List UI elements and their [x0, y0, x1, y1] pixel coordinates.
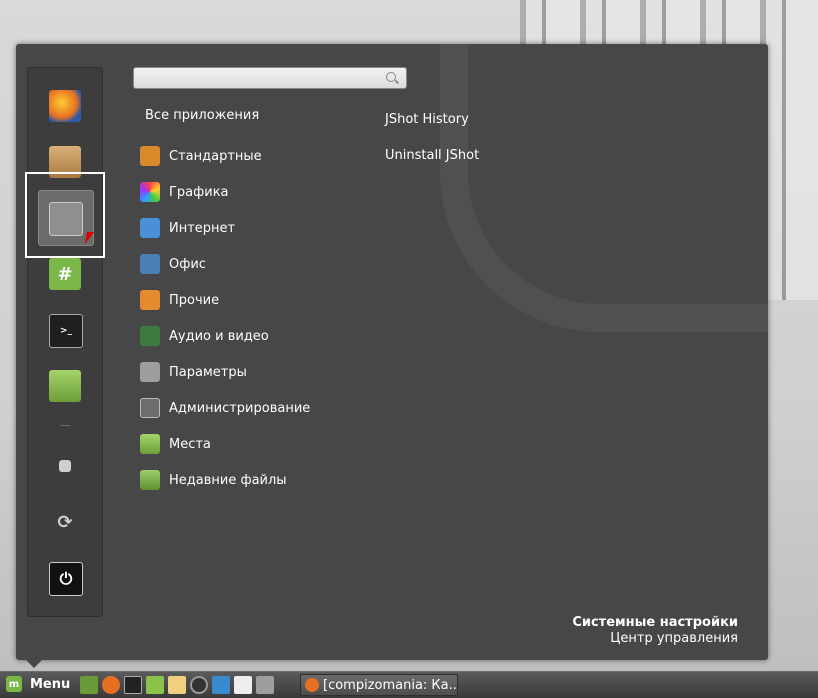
category-internet[interactable]: Интернет	[138, 210, 310, 246]
favorites-separator	[60, 425, 70, 426]
files-icon[interactable]	[146, 676, 164, 694]
category-label: Стандартные	[169, 148, 262, 164]
system-settings-title: Системные настройки	[572, 615, 738, 630]
blue-app-icon[interactable]	[212, 676, 230, 694]
search-box[interactable]	[133, 67, 407, 89]
category-preferences[interactable]: Параметры	[138, 354, 310, 390]
selection-highlight-box	[25, 172, 105, 258]
app-uninstall-jshot[interactable]: Uninstall JShot	[385, 148, 479, 184]
categories-list: Стандартные Графика Интернет Офис Прочие…	[138, 138, 310, 498]
linux-mint-logo-icon: m	[6, 676, 22, 692]
calculator-icon	[140, 146, 160, 166]
app-jshot-history[interactable]: JShot History	[385, 112, 479, 148]
places-folder-icon	[140, 434, 160, 454]
category-label: Офис	[169, 256, 206, 272]
power-icon[interactable]: ⏻	[49, 562, 83, 596]
multimedia-icon	[140, 326, 160, 346]
panel-launchers	[80, 676, 274, 694]
notes-icon[interactable]	[234, 676, 252, 694]
category-label: Параметры	[169, 364, 247, 380]
menu-button[interactable]: m Menu	[6, 676, 70, 692]
category-label: Администрирование	[169, 400, 311, 416]
favorites-bar: # >_ ⟳ ⏻	[27, 67, 103, 617]
category-places[interactable]: Места	[138, 426, 310, 462]
menu-button-label: Menu	[30, 676, 71, 692]
media-player-icon[interactable]	[190, 676, 208, 694]
settings-icon[interactable]	[256, 676, 274, 694]
recent-files-icon	[140, 470, 160, 490]
folder-icon[interactable]	[49, 370, 81, 402]
firefox-icon[interactable]	[102, 676, 120, 694]
category-other[interactable]: Прочие	[138, 282, 310, 318]
category-label: Интернет	[169, 220, 236, 236]
desktop-icon[interactable]	[80, 676, 98, 694]
office-icon	[140, 254, 160, 274]
category-administration[interactable]: Администрирование	[138, 390, 310, 426]
applications-list: JShot History Uninstall JShot	[385, 112, 479, 184]
preferences-icon	[140, 362, 160, 382]
graphics-icon	[140, 182, 160, 202]
menu-watermark	[440, 44, 768, 332]
chat-icon[interactable]: #	[49, 258, 81, 290]
system-settings-subtitle: Центр управления	[610, 631, 738, 646]
category-multimedia[interactable]: Аудио и видео	[138, 318, 310, 354]
search-icon	[386, 72, 396, 82]
category-label: Прочие	[169, 292, 220, 308]
all-apps-category[interactable]: Все приложения	[145, 108, 259, 123]
bottom-panel: m Menu [compizomania: Ка...	[0, 671, 818, 698]
administration-icon	[140, 398, 160, 418]
category-recent-files[interactable]: Недавние файлы	[138, 462, 310, 498]
internet-icon	[140, 218, 160, 238]
lock-icon[interactable]	[59, 460, 71, 472]
category-label: Недавние файлы	[169, 472, 287, 488]
firefox-icon[interactable]	[49, 90, 81, 122]
category-office[interactable]: Офис	[138, 246, 310, 282]
category-graphics[interactable]: Графика	[138, 174, 310, 210]
terminal-icon[interactable]: >_	[49, 314, 83, 348]
logout-icon[interactable]: ⟳	[49, 506, 81, 538]
category-accessories[interactable]: Стандартные	[138, 138, 310, 174]
terminal-icon[interactable]	[124, 676, 142, 694]
category-label: Графика	[169, 184, 229, 200]
search-input[interactable]	[142, 69, 376, 89]
text-editor-icon[interactable]	[168, 676, 186, 694]
taskbar-window-button[interactable]: [compizomania: Ка...	[300, 674, 458, 696]
firefox-icon	[305, 678, 319, 692]
other-icon	[140, 290, 160, 310]
category-label: Места	[169, 436, 211, 452]
category-label: Аудио и видео	[169, 328, 269, 344]
application-menu: # >_ ⟳ ⏻ Все приложения Стандартные Граф…	[16, 44, 768, 660]
taskbar-window-title: [compizomania: Ка...	[323, 677, 457, 693]
menu-pointer	[26, 660, 42, 668]
